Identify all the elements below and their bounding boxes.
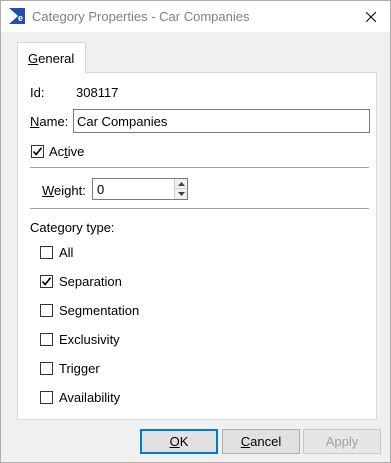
- cancel-button[interactable]: Cancel: [222, 429, 300, 454]
- ok-button[interactable]: OK: [140, 429, 218, 454]
- category-type-trigger-label: Trigger: [59, 361, 100, 376]
- chevron-up-icon: [177, 181, 185, 186]
- ok-button-label: OK: [169, 434, 189, 449]
- category-type-segmentation-checkbox[interactable]: [40, 304, 53, 317]
- name-label: Name:: [30, 114, 69, 129]
- category-type-availability-checkbox[interactable]: [40, 391, 53, 404]
- weight-label: Weight:: [42, 183, 86, 198]
- id-value: 308117: [76, 85, 119, 100]
- svg-text:e: e: [18, 13, 23, 23]
- separator-bottom: [30, 208, 369, 209]
- weight-increment-button[interactable]: [174, 179, 187, 189]
- cancel-button-label: Cancel: [240, 434, 282, 449]
- id-label: Id:: [30, 85, 45, 100]
- weight-value: 0: [97, 182, 105, 197]
- title-bar[interactable]: e Category Properties - Car Companies: [1, 1, 390, 32]
- weight-decrement-button[interactable]: [174, 189, 187, 199]
- tab-general-label: General: [28, 51, 75, 66]
- category-type-availability-label: Availability: [59, 390, 121, 405]
- checkmark-icon: [32, 147, 43, 156]
- category-type-segmentation-label: Segmentation: [59, 303, 140, 318]
- close-icon: [366, 11, 376, 22]
- active-checkbox[interactable]: [31, 145, 44, 158]
- app-logo-icon: e: [9, 8, 25, 24]
- category-type-exclusivity-checkbox[interactable]: [40, 333, 53, 346]
- chevron-down-icon: [177, 192, 185, 196]
- category-type-exclusivity-label: Exclusivity: [59, 332, 120, 347]
- category-type-separation-label: Separation: [59, 274, 122, 289]
- checkmark-icon: [41, 277, 52, 286]
- dialog-window: e Category Properties - Car Companies Ge…: [0, 0, 391, 463]
- weight-stepper[interactable]: 0: [92, 178, 188, 200]
- category-type-label: Category type:: [30, 220, 115, 235]
- separator-top: [30, 167, 369, 168]
- tab-general[interactable]: General: [17, 42, 86, 74]
- name-input[interactable]: [73, 109, 370, 133]
- close-button[interactable]: [352, 1, 390, 32]
- category-type-all-label: All: [59, 245, 74, 260]
- apply-button-label: Apply: [325, 434, 359, 449]
- category-type-trigger-checkbox[interactable]: [40, 362, 53, 375]
- apply-button[interactable]: Apply: [303, 429, 381, 454]
- window-title: Category Properties - Car Companies: [32, 9, 250, 24]
- category-type-all-checkbox[interactable]: [40, 246, 53, 259]
- active-label: Active: [49, 144, 85, 159]
- category-type-separation-checkbox[interactable]: [40, 275, 53, 288]
